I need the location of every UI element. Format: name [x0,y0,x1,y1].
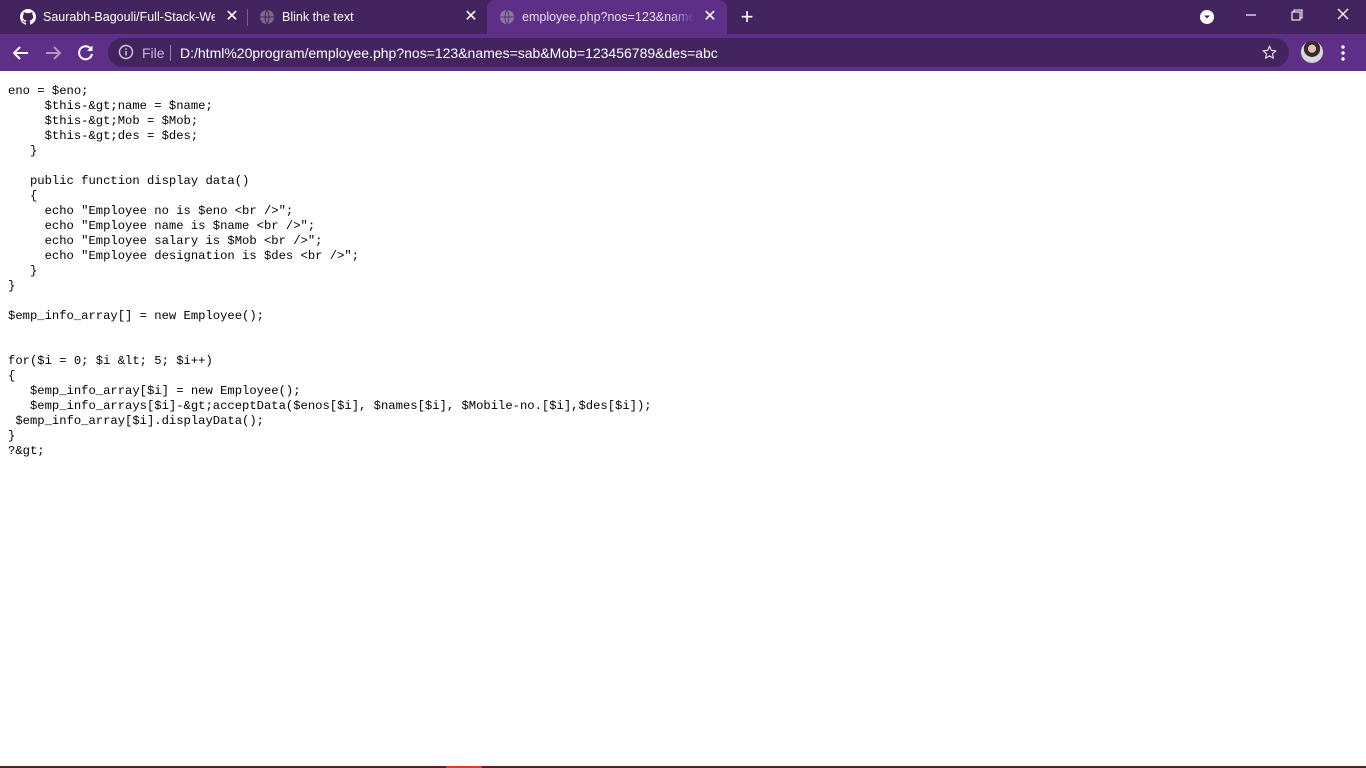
close-tab-icon[interactable]: ✕ [224,9,240,25]
reload-button[interactable] [75,42,97,64]
tab-strip: Saurabh-Bagouli/Full-Stack-Web ✕ Blink t… [0,0,1366,34]
tab-title: employee.php?nos=123&names [522,10,694,24]
url-text[interactable]: D:/html%20program/employee.php?nos=123&n… [180,45,718,61]
page-content: eno = $eno; $this-&gt;name = $name; $thi… [0,71,1366,768]
tab-title: Saurabh-Bagouli/Full-Stack-Web [43,10,215,24]
back-button[interactable] [10,42,32,64]
address-bar[interactable]: File D:/html%20program/employee.php?nos=… [108,38,1289,67]
restore-button[interactable] [1286,4,1308,26]
close-tab-icon[interactable]: ✕ [702,9,718,25]
security-label[interactable]: File [142,45,165,61]
tab-employee-php[interactable]: employee.php?nos=123&names ✕ [487,0,727,34]
globe-icon [260,9,274,25]
globe-icon [500,9,514,25]
new-tab-button[interactable]: + [737,4,757,29]
tab-github[interactable]: Saurabh-Bagouli/Full-Stack-Web ✕ [8,0,246,34]
php-source-text: eno = $eno; $this-&gt;name = $name; $thi… [8,84,652,458]
github-icon [20,9,36,25]
tab-blink-text[interactable]: Blink the text ✕ [247,0,485,34]
kebab-menu-icon[interactable] [1335,42,1351,64]
profile-avatar[interactable] [1301,41,1323,63]
plus-icon: + [740,4,754,29]
tab-search-button[interactable] [1199,9,1215,25]
tab-title: Blink the text [282,10,354,24]
close-tab-icon[interactable]: ✕ [463,9,479,25]
minimize-button[interactable] [1240,4,1262,26]
browser-toolbar: File D:/html%20program/employee.php?nos=… [0,34,1366,71]
omnibox-divider [170,45,171,61]
star-icon[interactable] [1261,44,1278,61]
close-window-button[interactable] [1332,4,1354,26]
forward-button[interactable] [42,42,64,64]
info-icon[interactable] [118,44,134,60]
